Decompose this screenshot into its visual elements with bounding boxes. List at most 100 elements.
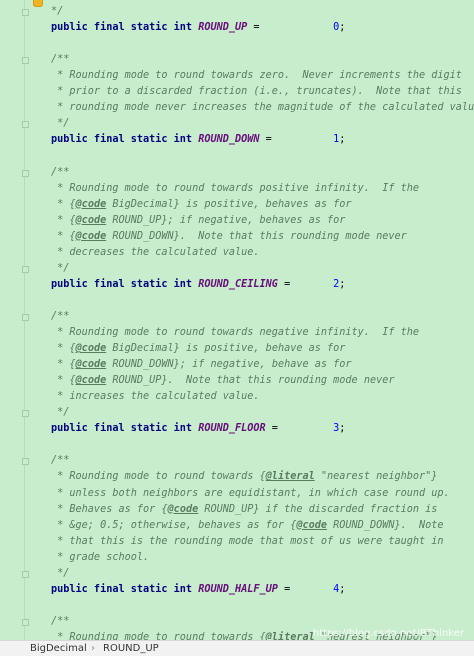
comment-line: /** <box>51 54 70 66</box>
code-editor[interactable]: */ public final static int ROUND_UP = 0; /… <box>0 0 474 640</box>
code-text: * Rounding mode to round towards { <box>51 471 266 483</box>
code-text: * { <box>51 375 76 387</box>
comment-line: * {@code BigDecimal} is positive, behave… <box>51 341 345 357</box>
comment-line: */ <box>51 6 64 17</box>
fold-marker-icon[interactable] <box>22 570 29 578</box>
code-text: = <box>259 134 334 146</box>
comment-line: * that this is the rounding mode that mo… <box>51 535 444 547</box>
comment-line: * Rounding mode to round towards negativ… <box>51 327 420 338</box>
comment-line: */ <box>51 567 70 579</box>
fold-marker-icon[interactable] <box>22 9 29 16</box>
code-line: public final static int ROUND_CEILING = … <box>51 277 345 293</box>
code-text: ; <box>339 423 346 435</box>
code-text: ; <box>339 278 346 290</box>
code-text: * { <box>51 359 76 371</box>
fold-marker-icon[interactable] <box>22 458 29 466</box>
lightbulb-icon[interactable] <box>33 0 43 7</box>
comment-line: * increases the calculated value. <box>51 391 260 403</box>
keyword: public final static int <box>51 423 199 435</box>
comment-line: /** <box>51 615 70 627</box>
chevron-right-icon: › <box>91 643 95 654</box>
code-text: BigDecimal} is positive, behave as for <box>106 343 346 355</box>
fold-marker-icon[interactable] <box>22 121 29 129</box>
fold-marker-icon[interactable] <box>22 313 29 321</box>
keyword: public final static int <box>51 583 199 595</box>
comment-line: * Rounding mode to round towards {@liter… <box>51 469 437 485</box>
javadoc-tag: @code <box>75 375 107 387</box>
comment-line: * {@code ROUND_DOWN}. Note that this rou… <box>51 229 407 245</box>
code-text: * { <box>51 230 76 242</box>
field-name: ROUND_HALF_UP <box>198 583 278 595</box>
code-text: BigDecimal} is positive, behaves as for <box>106 198 352 210</box>
code-line: public final static int ROUND_HALF_UP = … <box>51 582 345 598</box>
code-text: ; <box>339 22 346 34</box>
breadcrumb: BigDecimal › ROUND_UP <box>0 640 474 656</box>
code-text: * { <box>51 343 76 355</box>
comment-line: * Rounding mode to round towards positiv… <box>51 182 420 194</box>
watermark: https://blog.csdn.net/BThinker <box>312 628 464 639</box>
keyword: public final static int <box>51 22 199 34</box>
comment-line: * grade school. <box>51 551 150 563</box>
comment-line: * &ge; 0.5; otherwise, behaves as for {@… <box>51 518 444 534</box>
code-text: = <box>277 278 334 290</box>
code-text: ROUND_DOWN}; if negative, behave as for <box>106 359 352 371</box>
javadoc-tag: @code <box>75 343 107 355</box>
code-text: "nearest neighbor"} <box>314 471 438 483</box>
code-text: = <box>247 22 334 34</box>
code-line: public final static int ROUND_FLOOR = 3; <box>51 421 345 437</box>
code-text: * Rounding mode to round towards { <box>51 631 266 640</box>
code-text: * &ge; 0.5; otherwise, behaves as for { <box>51 519 297 531</box>
code-text: ROUND_UP}. Note that this rounding mode … <box>106 375 395 387</box>
javadoc-tag: @code <box>75 214 107 226</box>
code-text: = <box>277 583 334 595</box>
code-text: ROUND_DOWN}. Note that this rounding mod… <box>106 230 407 242</box>
breadcrumb-class[interactable]: BigDecimal <box>30 641 87 656</box>
fold-marker-icon[interactable] <box>22 265 29 273</box>
code-line: public final static int ROUND_DOWN = 1; <box>51 132 345 148</box>
fold-marker-icon[interactable] <box>22 169 29 177</box>
field-name: ROUND_DOWN <box>198 134 260 146</box>
comment-line: * unless both neighbors are equidistant,… <box>51 487 450 499</box>
comment-line: * {@code ROUND_UP}. Note that this round… <box>51 373 395 389</box>
code-line: public final static int ROUND_UP = 0; <box>51 20 345 36</box>
comment-line: */ <box>51 118 70 130</box>
code-text: ROUND_DOWN}. Note <box>327 519 444 531</box>
comment-line: * prior to a discarded fraction (i.e., t… <box>51 86 462 98</box>
code-text: = <box>265 423 334 435</box>
field-name: ROUND_UP <box>198 22 248 34</box>
code-text: ROUND_UP} if the discarded fraction is <box>198 503 438 515</box>
code-text: ROUND_UP}; if negative, behaves as for <box>106 214 346 226</box>
field-name: ROUND_FLOOR <box>198 423 266 435</box>
code-text: ; <box>339 583 346 595</box>
javadoc-tag: @code <box>296 519 328 531</box>
comment-line: * Rounding mode to round towards zero. N… <box>51 70 462 82</box>
javadoc-tag: @code <box>75 230 107 242</box>
fold-marker-icon[interactable] <box>22 410 29 418</box>
code-text: * Behaves as for { <box>51 503 168 515</box>
keyword: public final static int <box>51 278 199 290</box>
javadoc-tag: @literal <box>265 631 315 640</box>
comment-line: */ <box>51 262 70 274</box>
comment-line: * {@code BigDecimal} is positive, behave… <box>51 197 352 213</box>
comment-line: /** <box>51 166 70 178</box>
javadoc-tag: @literal <box>265 471 315 483</box>
fold-marker-icon[interactable] <box>22 57 29 65</box>
keyword: public final static int <box>51 134 199 146</box>
comment-line: * decreases the calculated value. <box>51 246 260 258</box>
code-text: ; <box>339 134 346 146</box>
comment-line: */ <box>51 407 70 419</box>
field-name: ROUND_CEILING <box>198 278 278 290</box>
code-text: * { <box>51 198 76 210</box>
javadoc-tag: @code <box>75 359 107 371</box>
comment-line: /** <box>51 310 70 322</box>
comment-line: * {@code ROUND_DOWN}; if negative, behav… <box>51 357 352 373</box>
comment-line: * {@code ROUND_UP}; if negative, behaves… <box>51 213 345 229</box>
comment-line: /** <box>51 455 70 467</box>
fold-marker-icon[interactable] <box>22 618 29 626</box>
comment-line: * Behaves as for {@code ROUND_UP} if the… <box>51 502 437 518</box>
javadoc-tag: @code <box>167 503 199 515</box>
breadcrumb-member[interactable]: ROUND_UP <box>103 641 159 656</box>
comment-line: * rounding mode never increases the magn… <box>51 102 474 114</box>
code-text: * { <box>51 214 76 226</box>
javadoc-tag: @code <box>75 198 107 210</box>
